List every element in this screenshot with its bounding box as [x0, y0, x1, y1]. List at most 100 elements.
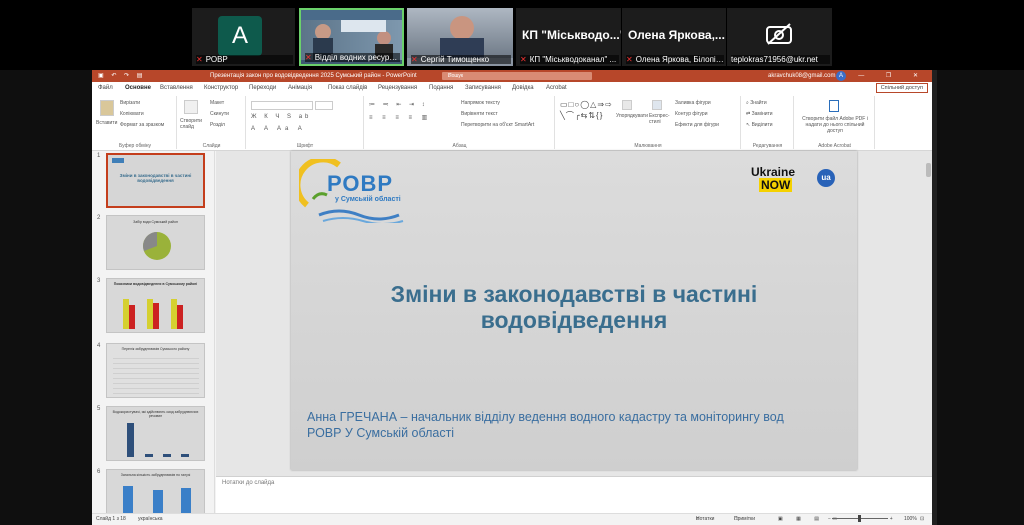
zoom-thumb[interactable]	[858, 515, 862, 523]
search-box[interactable]: ⌕ Пошук	[442, 72, 592, 80]
scroll-thumb[interactable]	[926, 163, 931, 177]
slide-thumbnail-1[interactable]: Зміни в законодавстві в частині водовідв…	[106, 153, 205, 208]
thumb-title: Зміни в законодавстві в частині водовідв…	[119, 173, 192, 183]
slide-thumbnail-2[interactable]: Забір води Сумський район	[106, 215, 205, 270]
account-avatar[interactable]: A	[836, 71, 846, 81]
align-text-button[interactable]: Вирівняти текст	[461, 111, 498, 117]
cut-button[interactable]: Вирізати	[120, 100, 140, 106]
quick-access-icons[interactable]: ▣ ↶ ↷ ▤	[98, 70, 145, 82]
group-label: Абзац	[452, 143, 467, 149]
tab-slideshow[interactable]: Показ слайдів	[328, 82, 367, 94]
badge-main: Ukraine	[751, 165, 796, 179]
subtitle-line-1: Анна ГРЕЧАНА – начальник відділу ведення…	[307, 410, 784, 424]
select-button[interactable]: ↖ Виділити	[746, 122, 773, 128]
thumb-number: 1	[97, 153, 101, 159]
subtitle-line-2: РОВР У Сумській області	[307, 426, 455, 440]
outer-scrollbar	[932, 70, 937, 525]
paste-button[interactable]: Вставити	[96, 120, 117, 126]
thumb-title: Водокористувачі, які здійснюють скид заб…	[112, 410, 199, 418]
smartart-button[interactable]: Перетворити на об'єкт SmartArt	[461, 122, 534, 128]
slide-subtitle[interactable]: Анна ГРЕЧАНА – начальник відділу ведення…	[307, 409, 784, 441]
thumb-number: 5	[97, 406, 101, 412]
paste-icon	[100, 100, 114, 116]
quick-styles-button[interactable]: Експрес-стилі	[649, 113, 671, 125]
shapes-gallery[interactable]: ▭□○◯△⇒⇨	[560, 100, 613, 109]
rovr-logo: РОВР у Сумській області	[294, 156, 419, 225]
arrange-icon	[622, 100, 632, 110]
format-painter-button[interactable]: Формат за зразком	[120, 122, 164, 128]
tab-help[interactable]: Довідка	[512, 82, 534, 94]
shape-effects-button[interactable]: Ефекти для фігури	[675, 122, 719, 128]
tab-animations[interactable]: Анімація	[288, 82, 312, 94]
thumb-bar-chart	[123, 299, 183, 329]
layout-button[interactable]: Макет	[210, 100, 224, 106]
group-label: Слайди	[202, 143, 221, 149]
thumb-number: 2	[97, 215, 101, 221]
vertical-scrollbar[interactable]	[925, 151, 932, 477]
reset-button[interactable]: Скинути	[210, 111, 229, 117]
current-slide[interactable]: РОВР у Сумській області Ukraine NOW ua З…	[291, 151, 857, 470]
slide-editor-canvas[interactable]: РОВР у Сумській області Ukraine NOW ua З…	[216, 151, 932, 477]
participant-tile-serhii[interactable]: ✕ Сергій Тимощенко	[407, 8, 513, 66]
ukraine-now-badge: Ukraine NOW ua	[751, 165, 839, 195]
status-bar: Слайд 1 з 18 українська ≡ Нотатки ▭ Прим…	[92, 513, 932, 525]
badge-ua: ua	[817, 169, 835, 187]
window-controls[interactable]: — ❐ ✕	[858, 70, 928, 82]
fit-slide-icon[interactable]: ⊡	[920, 514, 924, 525]
font-color-icons[interactable]: A A Aa A	[251, 126, 306, 132]
tab-record[interactable]: Записування	[465, 82, 501, 94]
participant-tile-teplokras[interactable]: teplokras71956@ukr.net	[727, 8, 832, 66]
thumb-title: Загальна кількість забруднювачів по галу…	[120, 473, 191, 477]
slide-thumbnail-6[interactable]: Загальна кількість забруднювачів по галу…	[106, 469, 205, 513]
tab-view[interactable]: Подання	[429, 82, 453, 94]
participant-tile-olena[interactable]: Олена Яркова,... ✕ Олена Яркова, Білопіл.…	[622, 8, 726, 66]
shapes-gallery-row2[interactable]: ╲⌒╭⇆⇅{}	[560, 110, 603, 121]
text-direction-button[interactable]: Напрямок тексту	[461, 100, 500, 106]
mic-muted-icon: ✕	[305, 53, 312, 62]
zoom-level[interactable]: 100%	[904, 514, 917, 525]
slide-title[interactable]: Зміни в законодавстві в частині водовідв…	[311, 281, 837, 333]
tab-review[interactable]: Рецензування	[378, 82, 417, 94]
zoom-slider[interactable]: − +	[828, 514, 893, 525]
participant-name: ✕ РОВР	[196, 55, 293, 64]
font-name-box[interactable]	[251, 101, 313, 110]
share-button[interactable]: Спільний доступ	[875, 83, 928, 93]
language-indicator[interactable]: українська	[138, 514, 163, 525]
powerpoint-window: ▣ ↶ ↷ ▤ Презентація закон про водовідвед…	[92, 70, 932, 525]
logo-text: РОВР	[327, 171, 394, 196]
notes-pane[interactable]: Нотатки до слайда	[216, 476, 932, 513]
slide-thumbnail-4[interactable]: Перелік забруднювачів Сумського району	[106, 343, 205, 398]
mic-muted-icon: ✕	[626, 55, 633, 64]
section-button[interactable]: Розділ	[210, 122, 225, 128]
list-icons[interactable]: ≔ ≕ ⇤ ⇥ ↕	[369, 101, 428, 108]
tab-acrobat[interactable]: Acrobat	[546, 82, 567, 94]
shape-fill-button[interactable]: Заливка фігури	[675, 100, 711, 106]
tab-design[interactable]: Конструктор	[204, 82, 238, 94]
group-label: Adobe Acrobat	[818, 143, 851, 149]
account-email[interactable]: akravchuk08@gmail.com	[768, 70, 835, 82]
slide-counter: Слайд 1 з 18	[96, 516, 126, 522]
create-pdf-button[interactable]: Створити файл Adobe PDF і надати до ньог…	[797, 116, 873, 134]
font-size-box[interactable]	[315, 101, 333, 110]
thumb-table	[113, 354, 199, 394]
new-slide-button[interactable]: Створити слайд	[180, 118, 206, 130]
tab-file[interactable]: Файл	[98, 82, 113, 94]
title-bar: ▣ ↶ ↷ ▤ Презентація закон про водовідвед…	[92, 70, 932, 82]
arrange-button[interactable]: Упорядкувати	[616, 113, 648, 119]
align-icons[interactable]: ≡ ≡ ≡ ≡ ▥	[369, 114, 431, 121]
camera-off-icon	[766, 23, 792, 45]
font-format-icons[interactable]: Ж К Ч S ab	[251, 114, 311, 120]
tab-insert[interactable]: Вставлення	[160, 82, 193, 94]
participant-tile-rovr[interactable]: A ✕ РОВР	[192, 8, 295, 66]
participant-tile-vodokanal[interactable]: КП "Міськводо..." ✕ КП "Міськводоканал" .…	[516, 8, 621, 66]
slide-thumbnail-3[interactable]: Показники водовідведення в Сумському рай…	[106, 278, 205, 333]
thumb-title: Забір води Сумський район	[133, 220, 178, 224]
participant-tile-water-dept[interactable]: ✕Відділ водних ресурсів Р...	[299, 8, 404, 66]
copy-button[interactable]: Копіювати	[120, 111, 144, 117]
shape-outline-button[interactable]: Контур фігури	[675, 111, 707, 117]
slide-thumbnail-5[interactable]: Водокористувачі, які здійснюють скид заб…	[106, 406, 205, 461]
replace-button[interactable]: ⇄ Замінити	[746, 111, 773, 117]
find-button[interactable]: ⌕ Знайти	[746, 100, 767, 106]
thumb-number: 6	[97, 469, 101, 475]
tab-transitions[interactable]: Переходи	[249, 82, 276, 94]
